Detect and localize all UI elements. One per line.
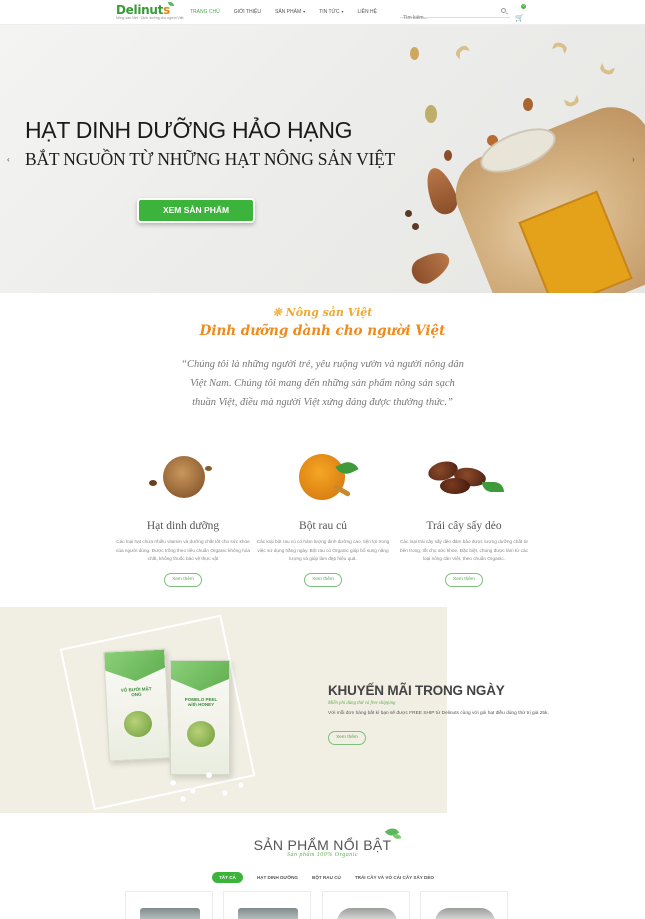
product-image [238, 908, 298, 919]
search-icon[interactable] [501, 8, 506, 13]
feature-dried-fruit: Trái cây sấy dẻo Các loại trái cây sấy d… [394, 448, 534, 587]
feature-vegetable-powder: Bột rau củ Các loại bột rau củ có hàm lư… [253, 448, 393, 587]
intro-script-line2: Dinh dưỡng dành cho người Việt [199, 323, 446, 339]
hero-subtitle: BẮT NGUỒN TỪ NHỮNG HẠT NÔNG SẢN VIỆT [25, 149, 396, 169]
product-image [337, 908, 397, 919]
nav-home[interactable]: TRANG CHỦ [190, 9, 220, 15]
nav-news[interactable]: TIN TỨC ▾ [319, 9, 343, 15]
cashew-image [453, 43, 471, 60]
flowers-decoration [150, 760, 270, 810]
tab-vegetable-powder[interactable]: BỘT RAU CỦ [312, 875, 341, 880]
bag-band [171, 661, 229, 691]
nut-image [405, 210, 412, 217]
search-input[interactable] [400, 15, 490, 21]
tab-all[interactable]: TẤT CẢ [212, 872, 243, 883]
bag-label: VỎ BƯỞI MẬT ONG [120, 686, 152, 698]
leaf-icon [168, 2, 174, 6]
bag-label: POMELO PEEL with HONEY [184, 697, 218, 707]
cashew-image [551, 40, 569, 55]
bag-band [104, 650, 165, 683]
chevron-down-icon: ▾ [303, 9, 306, 14]
slider-next-icon[interactable]: › [632, 155, 635, 164]
featured-subtitle: Sản phẩm 100% Organic [286, 852, 359, 858]
main-nav: TRANG CHỦ GIỚI THIỆU SẢN PHẨM ▾ TIN TỨC ▾ … [190, 9, 391, 15]
feature-description: Các loại hạt chứa nhiều vitamin và dưỡng… [116, 539, 250, 561]
nav-products[interactable]: SẢN PHẨM ▾ [275, 9, 305, 15]
nut-image [444, 150, 452, 161]
nut-image [425, 105, 437, 123]
cashew-image [598, 62, 616, 77]
product-bag-image: POMELO PEEL with HONEY [170, 660, 230, 775]
feature-title: Bột rau củ [299, 520, 347, 532]
product-card[interactable] [322, 891, 410, 919]
feature-more-button[interactable]: Xem thêm [304, 572, 342, 587]
site-header: Delinuts Nông sản Việt · Dinh dưỡng cho … [0, 0, 645, 25]
cart-button[interactable]: 🛒 0 [515, 4, 526, 22]
chevron-down-icon: ▾ [341, 9, 344, 14]
intro-quote: “Chúng tôi là những người trẻ, yêu ruộng… [181, 359, 464, 408]
search-box [400, 6, 510, 21]
tab-dried-fruit[interactable]: TRÁI CÂY VÀ VỎ CÁI CÂY SẤY DẺO [355, 875, 434, 880]
logo[interactable]: Delinuts Nông sản Việt · Dinh dưỡng cho … [116, 2, 184, 20]
nuts-bowl-image [143, 448, 223, 508]
feature-more-button[interactable]: Xem thêm [445, 572, 483, 587]
nav-contact[interactable]: LIÊN HỆ [357, 9, 376, 15]
category-tabs: TẤT CẢ HẠT DINH DƯỠNG BỘT RAU CỦ TRÁI CÂ… [212, 872, 448, 883]
pomelo-image [123, 710, 153, 738]
slider-prev-icon[interactable]: ‹ [7, 155, 10, 164]
featured-title: SẢN PHẨM NỔI BẬT [253, 837, 392, 853]
logo-tagline: Nông sản Việt · Dinh dưỡng cho người Việ… [116, 16, 184, 20]
feature-nuts: Hạt dinh dưỡng Các loại hạt chứa nhiều v… [113, 448, 253, 587]
feature-more-button[interactable]: Xem thêm [164, 572, 202, 587]
page: Delinuts Nông sản Việt · Dinh dưỡng cho … [0, 0, 645, 919]
cashew-image [563, 94, 581, 109]
promo-subtitle: Miễn phí dùng thử và free shipping [328, 701, 396, 706]
turmeric-powder-image [283, 448, 363, 508]
feature-description: Các loại bột rau củ có hàm lượng dinh dư… [256, 539, 390, 561]
promo-more-button[interactable]: Xem thêm [328, 731, 366, 745]
nav-about[interactable]: GIỚI THIỆU [234, 9, 261, 15]
tab-nuts[interactable]: HẠT DINH DƯỠNG [257, 875, 298, 880]
product-image [435, 908, 495, 919]
feature-description: Các loại trái cây sấy dẻo đảm bảo được l… [399, 539, 529, 561]
nut-image [410, 47, 419, 60]
product-image [140, 908, 200, 919]
product-card[interactable] [125, 891, 213, 919]
view-products-button[interactable]: XEM SẢN PHẨM [137, 198, 255, 223]
feature-title: Hạt dinh dưỡng [146, 520, 220, 532]
product-card[interactable] [223, 891, 311, 919]
product-card[interactable] [420, 891, 508, 919]
intro-script-line1: ❊ Nông sản Việt [272, 306, 373, 319]
nut-image [412, 223, 419, 230]
promo-title: KHUYẾN MÃI TRONG NGÀY [328, 683, 505, 698]
cart-count-badge: 0 [521, 4, 526, 9]
pomelo-image [187, 721, 215, 747]
seed-pod-image [407, 245, 455, 289]
promo-description: Với mỗi đơn hàng bất kì bạn sẽ được FREE… [328, 711, 549, 716]
product-bag-image: VỎ BƯỞI MẬT ONG [103, 648, 171, 762]
hero-title: HẠT DINH DƯỠNG HẢO HẠNG [25, 117, 353, 143]
cart-icon: 🛒 [515, 15, 524, 22]
feature-title: Trái cây sấy dẻo [426, 520, 502, 532]
nut-image [523, 98, 533, 111]
dates-image [414, 448, 514, 508]
